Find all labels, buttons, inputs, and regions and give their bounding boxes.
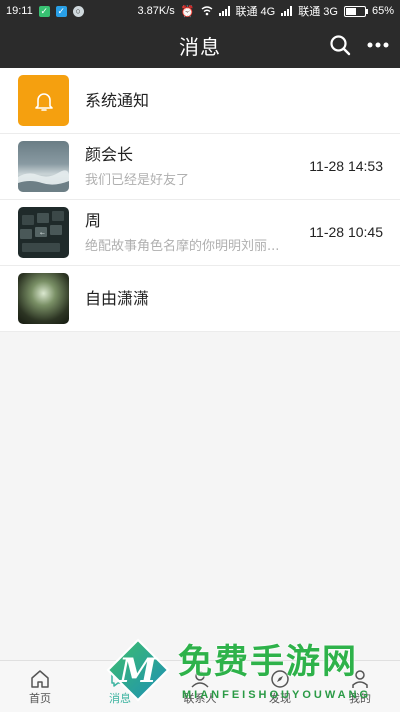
avatar: [18, 75, 69, 126]
contacts-icon: [191, 670, 209, 688]
message-time: 11-28 10:45: [309, 224, 383, 240]
alarm-icon: ⏰: [180, 5, 195, 18]
status-bar: 19:11 ✓ ✓ ○ 3.87K/s ⏰ 联通 4G 联通 3G 65%: [0, 0, 400, 22]
status-time: 19:11: [6, 5, 33, 17]
message-preview: 我们已经是好友了: [85, 173, 190, 188]
nav-label: 联系人: [183, 691, 217, 705]
nav-profile[interactable]: 我的: [320, 661, 400, 712]
nav-messages[interactable]: 消息: [80, 661, 160, 712]
message-list: 系统通知 颜会长 我们已经是好友了 11-28 14:53 ← 周 绝配故事角色…: [0, 68, 400, 332]
discover-icon: [271, 669, 289, 688]
battery-icon: [343, 5, 368, 17]
nav-label: 首页: [29, 691, 51, 705]
message-time: 11-28 14:53: [309, 158, 383, 174]
message-icon: [111, 670, 129, 687]
ocean-photo: [18, 170, 69, 192]
carrier-1: 联通 4G: [235, 6, 276, 18]
nav-discover[interactable]: 发现: [240, 661, 320, 712]
keyboard-photo: ←: [20, 211, 64, 252]
bottom-nav: 首页 消息 联系人 发现 我的: [0, 660, 400, 712]
shield-icon: ✓: [38, 5, 50, 17]
message-preview: 绝配故事角色名摩的你明明刘丽...: [85, 239, 280, 254]
contact-name: 系统通知: [85, 90, 150, 110]
list-item[interactable]: ← 周 绝配故事角色名摩的你明明刘丽... 11-28 10:45: [0, 200, 400, 266]
nav-label: 消息: [109, 691, 131, 705]
nav-label: 我的: [349, 691, 371, 705]
list-item[interactable]: 颜会长 我们已经是好友了 11-28 14:53: [0, 134, 400, 200]
svg-text:←: ←: [40, 230, 45, 237]
more-button[interactable]: [366, 33, 390, 57]
signal-icon: [218, 6, 230, 16]
more-icon: [367, 42, 389, 48]
app-header: 消息: [0, 22, 400, 68]
avatar: [18, 141, 69, 192]
notification-icon: ○: [72, 5, 84, 17]
app-icon: ✓: [55, 5, 67, 17]
signal-icon: [281, 6, 293, 16]
list-item[interactable]: 自由潇潇: [0, 266, 400, 332]
contact-name: 自由潇潇: [85, 288, 150, 308]
search-icon: [330, 35, 351, 56]
carrier-2: 联通 3G: [298, 6, 338, 18]
nav-home[interactable]: 首页: [0, 661, 80, 712]
wifi-icon: [201, 6, 212, 16]
network-speed: 3.87K/s: [137, 5, 175, 17]
home-icon: [31, 669, 49, 688]
nav-contacts[interactable]: 联系人: [160, 661, 240, 712]
nav-label: 发现: [269, 691, 291, 705]
bell-icon: [34, 92, 53, 111]
page-title: 消息: [179, 34, 221, 59]
list-item[interactable]: 系统通知: [0, 68, 400, 134]
profile-icon: [352, 669, 368, 688]
avatar: [18, 273, 69, 324]
battery-percent: 65%: [371, 5, 394, 17]
search-button[interactable]: [328, 33, 352, 57]
avatar: ←: [18, 207, 69, 258]
